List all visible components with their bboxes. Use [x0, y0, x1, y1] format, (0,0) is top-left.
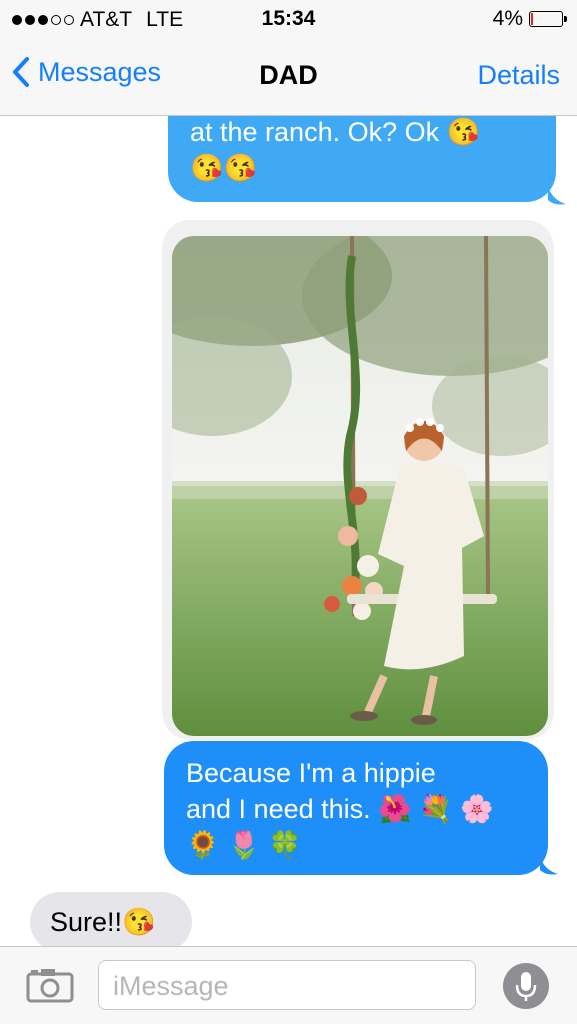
clock: 15:34: [261, 7, 316, 30]
message-input-bar: iMessage: [0, 946, 577, 1024]
bubble-tail: [540, 856, 558, 875]
outgoing-message[interactable]: at the ranch. Ok? Ok 😘 😘😘: [168, 116, 556, 202]
microphone-icon: [503, 963, 549, 1009]
battery-icon: [529, 11, 567, 27]
camera-button[interactable]: [26, 967, 74, 1008]
photo-image: [172, 236, 548, 736]
message-text-line2: and I need this. 🌺 💐 🌸: [186, 794, 494, 824]
details-button[interactable]: Details: [477, 60, 560, 91]
microphone-button[interactable]: [503, 961, 549, 1011]
incoming-message[interactable]: Sure!!😘: [30, 892, 192, 946]
chevron-left-icon: [13, 57, 29, 87]
battery-status: 4%: [492, 7, 567, 31]
battery-percent: 4%: [492, 7, 523, 30]
imessage-input[interactable]: iMessage: [98, 960, 476, 1010]
input-placeholder: iMessage: [113, 971, 229, 1001]
bubble-tail: [548, 186, 566, 205]
message-text: Sure!!😘: [50, 907, 156, 937]
camera-icon: [26, 969, 74, 1003]
back-button-label: Messages: [38, 56, 162, 87]
message-list[interactable]: at the ranch. Ok? Ok 😘 😘😘 Because I'm a …: [0, 116, 577, 946]
back-button[interactable]: Messages: [12, 56, 161, 88]
navigation-bar: Messages DAD Details: [0, 38, 577, 116]
status-bar: AT&T LTE 15:34 4%: [0, 0, 577, 38]
message-text-line3: 🌻 🌷 🍀: [186, 830, 302, 860]
message-text-line1: Because I'm a hippie: [186, 758, 436, 788]
photo-of-woman-on-flower-swing[interactable]: [172, 236, 548, 736]
message-text-line2: 😘😘: [190, 153, 258, 183]
image-message[interactable]: [162, 220, 554, 740]
outgoing-message[interactable]: Because I'm a hippie and I need this. 🌺 …: [164, 741, 548, 875]
message-text: at the ranch. Ok? Ok 😘: [190, 117, 481, 147]
